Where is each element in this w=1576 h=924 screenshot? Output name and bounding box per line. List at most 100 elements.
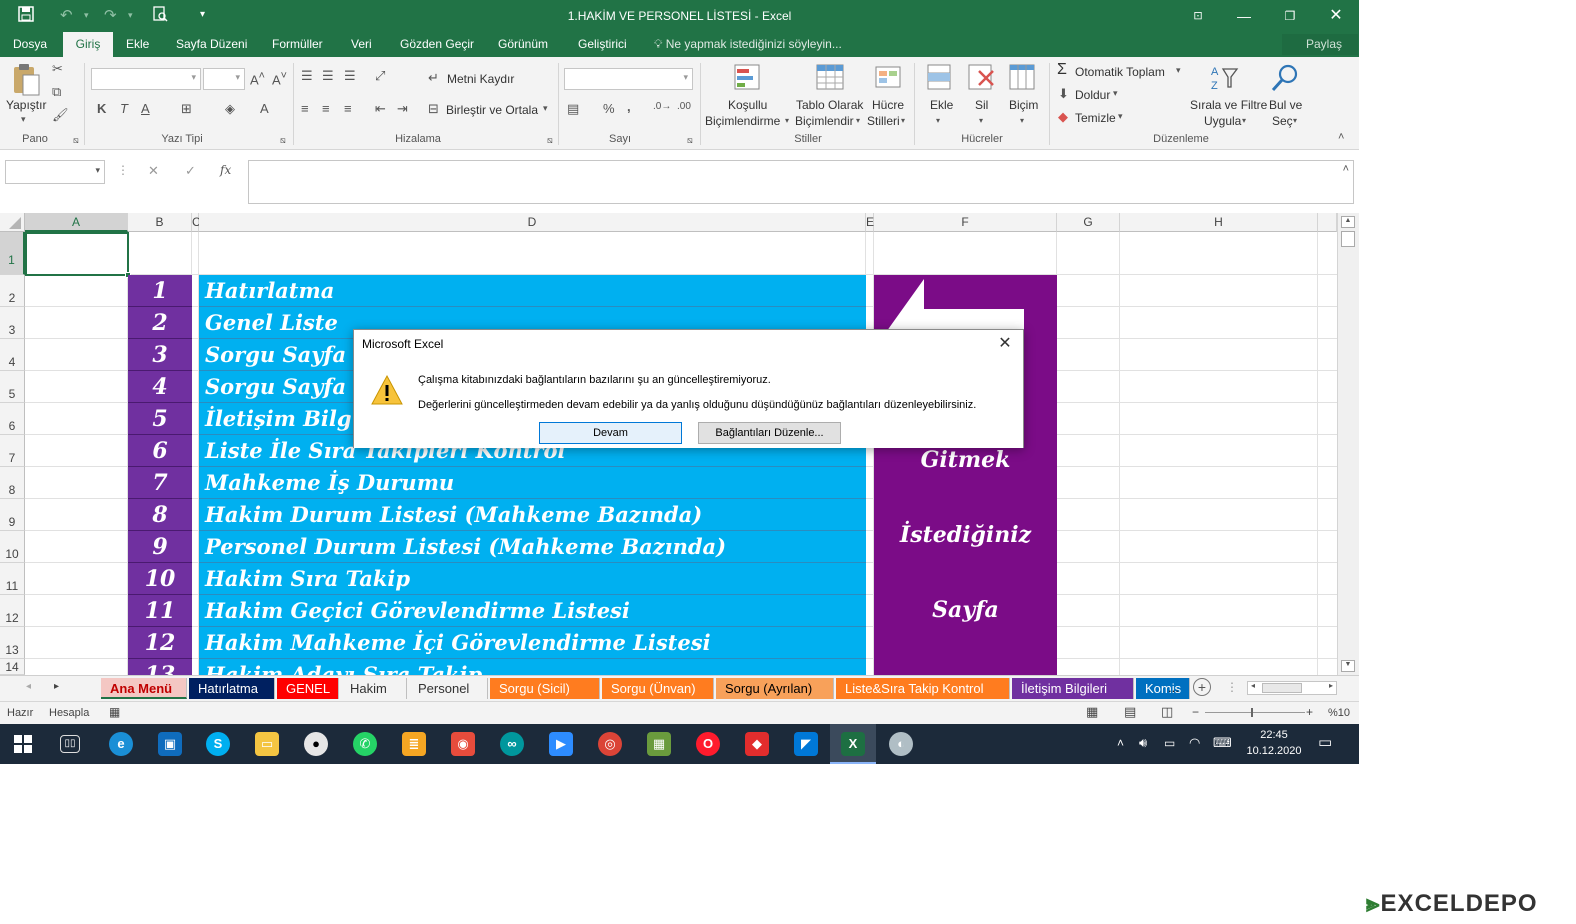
delete-cells-icon[interactable]	[967, 63, 997, 93]
excel-taskbar-active[interactable]: X	[830, 724, 876, 764]
row-header-5[interactable]: 5	[0, 371, 25, 403]
fill-dropdown-icon[interactable]: ▾	[1113, 88, 1118, 99]
column-header-d[interactable]: D	[199, 213, 866, 232]
new-sheet-icon[interactable]: +	[1193, 678, 1211, 696]
paint-icon[interactable]: ◐	[889, 732, 913, 756]
volume-icon[interactable]: 🔊︎	[1139, 735, 1147, 751]
menu-number-cell[interactable]: 1	[128, 275, 192, 307]
menu-number-cell[interactable]: 8	[128, 499, 192, 531]
tab-gozden-gecir[interactable]: Gözden Geçir	[394, 32, 480, 57]
menu-number-cell[interactable]: 12	[128, 627, 192, 659]
selected-cell-a1[interactable]	[25, 232, 131, 278]
zoom-app-icon[interactable]: ▶	[549, 732, 573, 756]
cell-styles-icon[interactable]	[874, 63, 904, 93]
cancel-entry-icon[interactable]: ✕	[148, 163, 159, 179]
eraser-icon[interactable]: ◆	[1058, 109, 1068, 125]
column-header-e[interactable]: E	[866, 213, 874, 232]
keyboard-icon[interactable]: ⌨	[1213, 735, 1232, 751]
menu-item-cell[interactable]: Hakim Mahkeme İçi Görevlendirme Listesi	[199, 627, 866, 659]
tab-formuller[interactable]: Formüller	[266, 32, 329, 57]
cond-format-label-2[interactable]: Biçimlendirme	[705, 114, 780, 128]
zoom-level[interactable]: %10	[1328, 707, 1350, 719]
cell-styles-dropdown-icon[interactable]: ▾	[901, 116, 905, 125]
zoom-in-icon[interactable]: +	[1306, 705, 1313, 719]
copy-icon[interactable]: ⧉	[52, 84, 61, 100]
vertical-scrollbar[interactable]: ▲ ▼	[1337, 213, 1359, 675]
number-launcher-icon[interactable]: ⧅	[687, 135, 693, 146]
sheet-tab-5[interactable]: Personel	[409, 678, 488, 699]
row-header-11[interactable]: 11	[0, 563, 25, 595]
status-calculate[interactable]: Hesapla	[49, 707, 89, 719]
insert-dropdown-icon[interactable]: ▾	[936, 116, 940, 125]
conditional-formatting-icon[interactable]	[733, 63, 763, 93]
name-box[interactable]: ▾	[5, 160, 105, 184]
cell-styles-label-1[interactable]: Hücre	[872, 98, 904, 112]
autosum-button[interactable]: Otomatik Toplam	[1075, 65, 1165, 79]
font-size-combo[interactable]: ▾	[203, 68, 245, 90]
delete-dropdown-icon[interactable]: ▾	[979, 116, 983, 125]
italic-button[interactable]: T	[120, 101, 128, 116]
row-header-8[interactable]: 8	[0, 467, 25, 499]
menu-number-cell[interactable]: 6	[128, 435, 192, 467]
continue-button[interactable]: Devam	[539, 422, 682, 444]
menu-number-cell[interactable]: 11	[128, 595, 192, 627]
row-header-2[interactable]: 2	[0, 275, 25, 307]
close-window-button[interactable]: ✕	[1316, 4, 1356, 28]
horizontal-scrollbar[interactable]: ◂ ▸	[1247, 681, 1337, 695]
tab-scroll-right-icon[interactable]: ▸	[54, 681, 59, 692]
tab-gelistirici[interactable]: Geliştirici	[572, 32, 633, 57]
share-button[interactable]: Paylaş	[1282, 34, 1358, 55]
align-left-icon[interactable]: ≡	[301, 101, 309, 116]
row-header-3[interactable]: 3	[0, 307, 25, 339]
tab-dosya[interactable]: Dosya	[7, 32, 53, 57]
tab-gorunum[interactable]: Görünüm	[492, 32, 554, 57]
column-header-a[interactable]: A	[25, 213, 128, 232]
column-header-b[interactable]: B	[128, 213, 192, 232]
sheet-tab-6[interactable]: Sorgu (Sicil)	[490, 678, 600, 699]
accounting-format-icon[interactable]: ▤	[567, 101, 579, 117]
tab-splitter-icon[interactable]: ⋮	[1226, 680, 1238, 694]
bold-button[interactable]: K	[97, 101, 106, 116]
collapse-ribbon-icon[interactable]: ˄	[1338, 131, 1344, 143]
format-table-label-1[interactable]: Tablo Olarak	[796, 98, 863, 112]
whatsapp-icon[interactable]: ✆	[353, 732, 377, 756]
fill-icon[interactable]: ⬇	[1058, 86, 1069, 102]
hscroll-right-icon[interactable]: ▸	[1329, 681, 1333, 690]
row-header-7[interactable]: 7	[0, 435, 25, 467]
format-cells-icon[interactable]	[1008, 63, 1038, 93]
row-header-10[interactable]: 10	[0, 531, 25, 563]
store-icon[interactable]: ▣	[158, 732, 182, 756]
autosum-dropdown-icon[interactable]: ▾	[1176, 65, 1181, 76]
normal-view-icon[interactable]: ▦	[1086, 704, 1098, 720]
font-launcher-icon[interactable]: ⧅	[280, 135, 286, 146]
tab-scroll-left-icon[interactable]: ◂	[26, 681, 31, 692]
sheet-tab-4[interactable]: Hakim	[341, 678, 407, 699]
chrome-icon[interactable]: ◎	[598, 732, 622, 756]
panda-icon[interactable]: ●	[304, 732, 328, 756]
increase-indent-icon[interactable]: ⇥	[397, 101, 408, 117]
clear-dropdown-icon[interactable]: ▾	[1118, 111, 1123, 122]
menu-item-cell[interactable]: Hatırlatma	[199, 275, 866, 307]
number-format-combo[interactable]: ▾	[564, 68, 693, 90]
camera-app-icon[interactable]: ◉	[451, 732, 475, 756]
edge-icon[interactable]: e	[109, 732, 133, 756]
format-table-dropdown-icon[interactable]: ▾	[856, 116, 860, 125]
arduino-icon[interactable]: ∞	[500, 732, 524, 756]
menu-number-cell[interactable]: 3	[128, 339, 192, 371]
zoom-out-icon[interactable]: −	[1192, 705, 1199, 719]
fill-button[interactable]: Doldur	[1075, 88, 1110, 102]
row-header-9[interactable]: 9	[0, 499, 25, 531]
scroll-up-icon[interactable]: ▲	[1341, 216, 1355, 228]
borders-icon[interactable]: ⊞	[181, 101, 192, 117]
skype-icon[interactable]: S	[206, 732, 230, 756]
merge-dropdown-icon[interactable]: ▾	[543, 103, 548, 114]
sheet-tab-2[interactable]: Hatırlatma	[189, 678, 275, 699]
merge-center-button[interactable]: Birleştir ve Ortala	[446, 103, 538, 117]
fill-color-icon[interactable]: ◈	[225, 101, 235, 117]
sort-filter-dropdown-icon[interactable]: ▾	[1242, 116, 1246, 125]
page-layout-icon[interactable]: ▤	[1124, 704, 1136, 720]
cut-icon[interactable]: ✂	[52, 61, 63, 77]
roblox-icon[interactable]: ◆	[745, 732, 769, 756]
paste-label[interactable]: Yapıştır	[6, 98, 46, 112]
menu-item-cell[interactable]: Hakim Adayı Sıra Takip	[199, 659, 866, 675]
